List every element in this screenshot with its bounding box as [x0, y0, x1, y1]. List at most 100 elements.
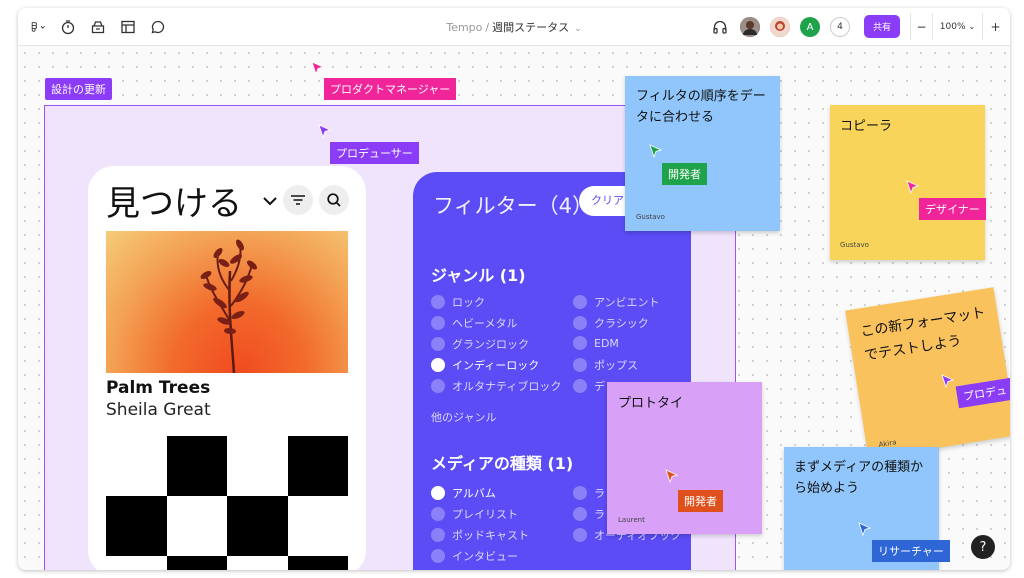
- genre-option[interactable]: クラシック: [573, 315, 649, 331]
- sticky-author: Gustavo: [636, 213, 665, 221]
- media-option[interactable]: インタビュー: [431, 548, 518, 564]
- option-label: デ: [594, 380, 605, 393]
- headphones-icon[interactable]: [710, 17, 730, 37]
- page-title: 見つける: [106, 184, 242, 224]
- media-option[interactable]: アルバム: [431, 485, 496, 501]
- radio-dot: [431, 295, 445, 309]
- option-label: EDM: [594, 336, 619, 350]
- genre-option[interactable]: デ: [573, 378, 605, 394]
- album-artwork-checker[interactable]: [106, 436, 348, 570]
- genre-option[interactable]: インディーロック: [431, 357, 539, 373]
- cursor-arrow-icon: [311, 60, 325, 79]
- sticky-text[interactable]: まずメディアの種類から始めよう: [794, 457, 934, 499]
- genre-option[interactable]: EDM: [573, 336, 619, 350]
- whiteboard-canvas[interactable]: 設計の更新 プロダクトマネージャー プロデューサー 見つける Palm Tree…: [18, 46, 1010, 570]
- zoom-level: 100%: [939, 21, 966, 32]
- sticky-text[interactable]: この新フォーマットでテストしよう: [859, 301, 993, 368]
- radio-dot-selected: [431, 486, 445, 500]
- radio-dot: [573, 316, 587, 330]
- cursor-arrow-icon: [665, 468, 679, 487]
- cursor-label-product-manager: プロダクトマネージャー: [324, 78, 457, 100]
- sticky-text[interactable]: プロトタイ: [618, 393, 754, 414]
- media-option[interactable]: プレイリスト: [431, 506, 518, 522]
- genre-section-title: ジャンル (1): [431, 266, 526, 285]
- genre-option[interactable]: オルタナティブロック: [431, 378, 561, 394]
- help-button[interactable]: ?: [971, 535, 995, 559]
- cursor-label-producer: プロデューサー: [330, 142, 419, 164]
- radio-dot: [431, 507, 445, 521]
- album-artwork[interactable]: [106, 231, 348, 373]
- radio-dot: [573, 295, 587, 309]
- genre-option[interactable]: ヘビーメタル: [431, 315, 518, 331]
- breadcrumb-separator: /: [485, 21, 490, 34]
- filter-icon: [291, 195, 305, 205]
- cursor-arrow-icon: [858, 521, 872, 540]
- cursor-label-developer: 開発者: [662, 163, 707, 185]
- option-label: アルバム: [452, 487, 496, 500]
- genre-option[interactable]: グランジロック: [431, 336, 529, 352]
- share-button[interactable]: 共有: [864, 15, 900, 38]
- sticky-note[interactable]: この新フォーマットでテストしよう Akira: [845, 287, 1010, 459]
- option-label: インタビュー: [452, 550, 518, 563]
- option-label: プレイリスト: [452, 508, 518, 521]
- option-label: ポッドキャスト: [452, 529, 529, 542]
- chevron-down-icon[interactable]: [262, 192, 278, 211]
- media-section-title: メディアの種類 (1): [431, 454, 574, 473]
- option-label: クラシック: [594, 317, 649, 330]
- figjam-window: Tempo / 週間ステータス ⌄ A 4 共有 − 100% ⌄ + 設計の更新 プロ…: [18, 8, 1010, 570]
- sticky-author: Laurent: [618, 516, 645, 524]
- radio-dot: [573, 528, 587, 542]
- radio-dot: [573, 336, 587, 350]
- option-label: グランジロック: [452, 338, 529, 351]
- radio-dot: [431, 379, 445, 393]
- option-label: ラ: [594, 487, 605, 500]
- top-toolbar: Tempo / 週間ステータス ⌄ A 4 共有 − 100% ⌄ +: [18, 8, 1010, 46]
- sticky-text[interactable]: コピーラ: [840, 116, 976, 137]
- option-label: ラ: [594, 508, 605, 521]
- option-label: ヘビーメタル: [452, 317, 518, 330]
- sticky-author: Gustavo: [840, 241, 869, 249]
- avatar[interactable]: [740, 17, 760, 37]
- sticky-text[interactable]: フィルタの順序をデータに合わせる: [636, 86, 772, 128]
- collaborator-count[interactable]: 4: [830, 17, 850, 37]
- track-title[interactable]: Palm Trees: [106, 378, 210, 398]
- cursor-arrow-icon: [649, 143, 663, 162]
- zoom-out-button[interactable]: −: [910, 13, 932, 40]
- more-genres-link[interactable]: 他のジャンル: [431, 409, 496, 425]
- file-breadcrumb[interactable]: Tempo / 週間ステータス ⌄: [18, 19, 1010, 35]
- radio-dot: [431, 549, 445, 563]
- chevron-down-icon[interactable]: ⌄: [574, 24, 582, 34]
- option-label: ポップス: [594, 359, 638, 372]
- radio-dot: [573, 379, 587, 393]
- zoom-in-button[interactable]: +: [982, 13, 1008, 40]
- search-button[interactable]: [319, 185, 349, 215]
- radio-dot: [573, 358, 587, 372]
- search-icon: [327, 193, 341, 207]
- radio-dot: [431, 337, 445, 351]
- cursor-label-researcher: リサーチャー: [872, 540, 950, 562]
- option-label: オルタナティブロック: [452, 380, 562, 393]
- zoom-level-select[interactable]: 100% ⌄: [932, 13, 982, 40]
- option-label: ロック: [452, 296, 485, 309]
- radio-dot: [431, 316, 445, 330]
- filter-button[interactable]: [283, 185, 313, 215]
- file-name[interactable]: 週間ステータス: [492, 21, 569, 34]
- filter-title: フィルター（4）: [433, 194, 593, 218]
- cursor-arrow-icon: [941, 373, 955, 392]
- option-label: インディーロック: [452, 359, 540, 372]
- radio-dot: [573, 507, 587, 521]
- genre-option[interactable]: アンビエント: [573, 294, 660, 310]
- cursor-label-designer: デザイナー: [919, 198, 986, 220]
- discover-screen-mockup[interactable]: 見つける Palm Trees Sheila Great: [88, 166, 366, 570]
- avatar[interactable]: A: [800, 17, 820, 37]
- genre-option[interactable]: ポップス: [573, 357, 638, 373]
- genre-option[interactable]: ロック: [431, 294, 485, 310]
- media-option[interactable]: ポッドキャスト: [431, 527, 529, 543]
- media-option[interactable]: ラ: [573, 506, 605, 522]
- project-name[interactable]: Tempo: [446, 21, 482, 34]
- media-option[interactable]: ラ: [573, 485, 605, 501]
- avatar[interactable]: [770, 17, 790, 37]
- track-artist[interactable]: Sheila Great: [106, 400, 211, 420]
- radio-dot: [431, 528, 445, 542]
- frame-label[interactable]: 設計の更新: [45, 78, 112, 100]
